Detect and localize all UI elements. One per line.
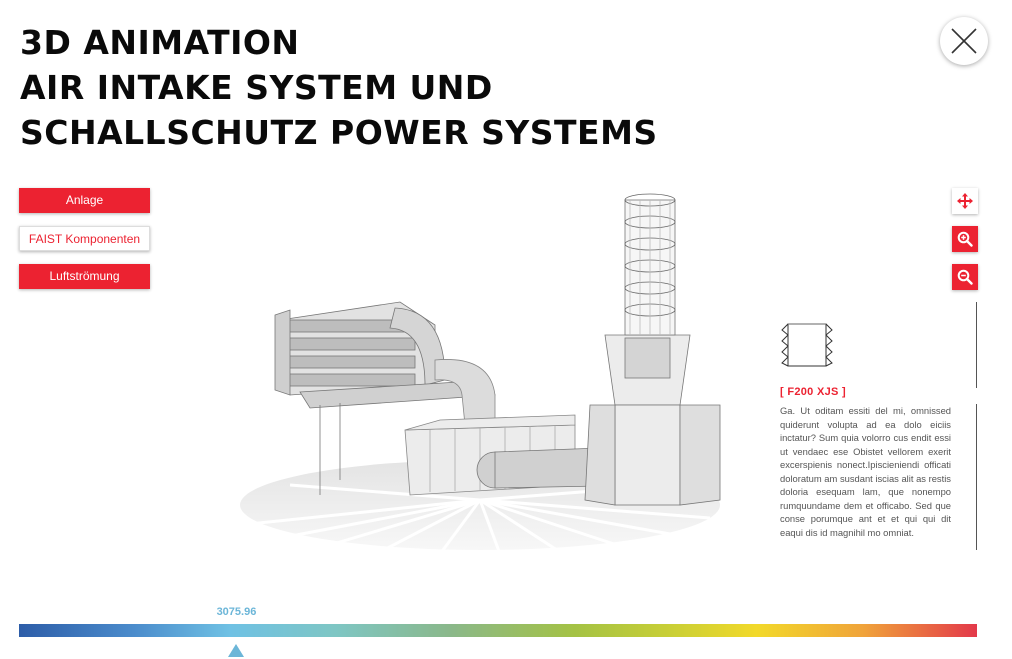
zoom-out-button[interactable] <box>952 264 978 290</box>
zoom-out-icon <box>957 269 973 285</box>
close-button[interactable] <box>940 17 988 65</box>
faist-komponenten-button[interactable]: FAIST Komponenten <box>19 226 150 251</box>
exhaust-stack <box>584 193 721 506</box>
panel-divider-top <box>976 302 977 388</box>
info-title: [ F200 XJS ] <box>780 386 846 398</box>
move-button[interactable] <box>952 188 978 214</box>
page-title: 3D ANIMATION AIR INTAKE SYSTEM UND SCHAL… <box>20 20 658 155</box>
value-gradient-bar[interactable] <box>19 624 977 637</box>
anlage-button[interactable]: Anlage <box>19 188 150 213</box>
luftstroemung-button[interactable]: Luftströmung <box>19 264 150 289</box>
zoom-in-button[interactable] <box>952 226 978 252</box>
title-line-3: SCHALLSCHUTZ POWER SYSTEMS <box>20 113 658 152</box>
zoom-in-icon <box>957 231 973 247</box>
title-line-1: 3D ANIMATION <box>20 23 300 62</box>
silencer-module-icon <box>781 323 833 367</box>
info-description: Ga. Ut oditam essiti del mi, omnissed qu… <box>780 405 951 538</box>
close-icon <box>951 28 977 54</box>
slider-value: 3075.96 <box>216 606 257 618</box>
panel-divider-bottom <box>976 404 977 550</box>
power-plant-3d-model[interactable] <box>230 180 730 560</box>
move-icon <box>957 193 973 209</box>
slider-thumb[interactable] <box>228 644 245 657</box>
title-line-2: AIR INTAKE SYSTEM UND <box>20 68 493 107</box>
